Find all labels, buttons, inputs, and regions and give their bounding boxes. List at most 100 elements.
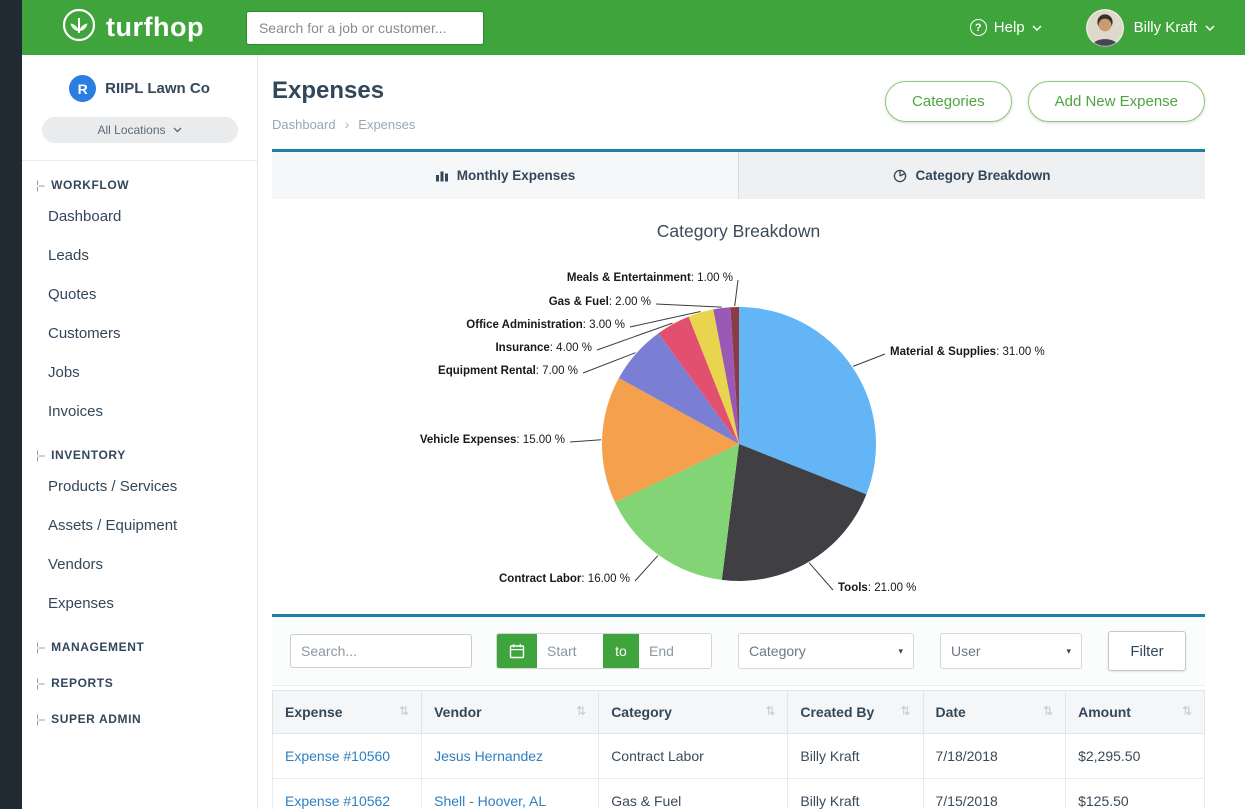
turfhop-logo[interactable]: turfhop <box>62 8 204 47</box>
column-header-amount[interactable]: Amount⇅ <box>1066 691 1205 734</box>
pie-label-line <box>570 440 601 442</box>
sidebar-item-invoices[interactable]: Invoices <box>22 392 257 431</box>
sidebar-section-reports[interactable]: ¦--REPORTS <box>22 659 257 695</box>
select-caret-icon: ▾ <box>898 646 903 657</box>
logo-text: turfhop <box>106 12 204 43</box>
column-header-vendor[interactable]: Vendor ⇅ <box>422 691 599 734</box>
table-row: Expense #10560 Jesus Hernandez Contract La… <box>273 734 1205 779</box>
date-end-input[interactable] <box>639 634 711 668</box>
filter-button[interactable]: Filter <box>1108 631 1186 671</box>
cell-vendor: Jesus Hernandez <box>422 734 599 779</box>
location-selector-label: All Locations <box>97 123 165 137</box>
sidebar-section-workflow[interactable]: ¦-- WORKFLOW <box>22 161 257 197</box>
pie-label-insurance: Insurance: 4.00 % <box>495 342 592 354</box>
tab-label: Monthly Expenses <box>457 168 576 183</box>
sidebar-item-jobs[interactable]: Jobs <box>22 353 257 392</box>
date-start-input[interactable] <box>537 634 603 668</box>
tree-branch-icon: ¦-- <box>36 448 44 462</box>
pie-label-tools: Tools: 21.00 % <box>838 582 916 594</box>
table-row: Expense #10562Shell - Hoover, ALGas & Fu… <box>273 779 1205 809</box>
pie-label-office-administration: Office Administration: 3.00 % <box>466 319 625 331</box>
global-search-input[interactable] <box>246 11 484 45</box>
column-header-date[interactable]: Date⇅ <box>923 691 1066 734</box>
help-menu[interactable]: ? Help <box>970 19 1042 36</box>
breadcrumb-dashboard[interactable]: Dashboard <box>272 117 336 132</box>
pie-label-contract-labor: Contract Labor: 16.00 % <box>499 573 630 585</box>
table-body: Expense #10560 Jesus Hernandez Contract La… <box>273 734 1205 809</box>
company-name: RIIPL Lawn Co <box>105 80 210 97</box>
tab-monthly-expenses[interactable]: Monthly Expenses <box>272 152 738 199</box>
calendar-button[interactable] <box>497 634 537 668</box>
sidebar-section-management[interactable]: ¦--MANAGEMENT <box>22 623 257 659</box>
column-header-created-by[interactable]: Created By⇅ <box>788 691 923 734</box>
cell-vendor: Shell - Hoover, AL <box>422 779 599 809</box>
expense-link[interactable]: Expense #10562 <box>285 793 390 809</box>
cell-amount: $125.50 <box>1066 779 1205 809</box>
chevron-down-icon <box>173 127 182 133</box>
vendor-link[interactable]: Jesus Hernandez <box>434 748 543 764</box>
table-search-input[interactable] <box>290 634 472 668</box>
categories-button[interactable]: Categories <box>885 81 1012 122</box>
pie-label-vehicle-expenses: Vehicle Expenses: 15.00 % <box>420 434 565 446</box>
topbar: turfhop ? Help Billy Kraft <box>22 0 1245 55</box>
company-row: R RIIPL Lawn Co <box>22 75 257 102</box>
sidebar-item-assets-equipment[interactable]: Assets / Equipment <box>22 506 257 545</box>
avatar[interactable] <box>1086 9 1124 47</box>
user-menu[interactable]: Billy Kraft <box>1134 19 1215 36</box>
tab-bar: Monthly Expenses Category Breakdown <box>272 149 1205 199</box>
sort-icon: ⇅ <box>576 704 586 718</box>
sidebar-section-label: WORKFLOW <box>51 178 129 192</box>
left-edge-strip <box>0 0 22 809</box>
tab-category-breakdown[interactable]: Category Breakdown <box>738 152 1205 199</box>
sidebar-item-products-services[interactable]: Products / Services <box>22 467 257 506</box>
sidebar-item-leads[interactable]: Leads <box>22 236 257 275</box>
pie-chart <box>272 199 1205 614</box>
column-header-label: Vendor <box>434 704 481 720</box>
sidebar-nav: ¦-- WORKFLOW DashboardLeadsQuotesCustomers… <box>22 161 257 731</box>
expenses-table: Expense⇅Vendor⇅Category⇅Created By⇅Date⇅… <box>272 690 1205 809</box>
add-new-expense-button[interactable]: Add New Expense <box>1028 81 1205 122</box>
category-filter-select[interactable]: Category ▾ <box>738 633 914 669</box>
vendor-link[interactable]: Shell - Hoover, AL <box>434 793 546 809</box>
expense-link[interactable]: Expense #10560 <box>285 748 390 764</box>
tab-label: Category Breakdown <box>915 168 1050 183</box>
date-range-picker: to <box>496 633 712 669</box>
page-header: Expenses Dashboard › Expenses Categories… <box>258 55 1245 132</box>
sidebar-item-expenses[interactable]: Expenses <box>22 584 257 623</box>
page-title: Expenses <box>272 77 415 105</box>
chevron-down-icon <box>1032 25 1042 31</box>
column-header-category[interactable]: Category⇅ <box>599 691 788 734</box>
column-header-expense[interactable]: Expense⇅ <box>273 691 422 734</box>
tree-branch-icon: ¦-- <box>36 178 44 192</box>
select-caret-icon: ▾ <box>1066 646 1071 657</box>
tree-branch-icon: ¦-- <box>36 712 44 726</box>
cell-date: 7/18/2018 <box>923 734 1066 779</box>
sidebar-item-customers[interactable]: Customers <box>22 314 257 353</box>
cell-created-by: Billy Kraft <box>788 779 923 809</box>
breadcrumb-current: Expenses <box>358 117 415 132</box>
pie-label-line <box>656 304 722 307</box>
cell-amount: $2,295.50 <box>1066 734 1205 779</box>
pie-label-line <box>735 280 738 306</box>
cell-category: Contract Labor <box>599 734 788 779</box>
sidebar-item-quotes[interactable]: Quotes <box>22 275 257 314</box>
cell-expense: Expense #10562 <box>273 779 422 809</box>
sidebar-section-inventory[interactable]: ¦--INVENTORY <box>22 431 257 467</box>
user-name: Billy Kraft <box>1134 19 1197 36</box>
sidebar-section-super-admin[interactable]: ¦--SUPER ADMIN <box>22 695 257 731</box>
pie-label-meals-entertainment: Meals & Entertainment: 1.00 % <box>567 272 733 284</box>
chart-panel: Category Breakdown Material & Supplies: … <box>272 199 1205 614</box>
sort-icon: ⇅ <box>765 704 775 718</box>
help-icon: ? <box>970 19 987 36</box>
location-selector[interactable]: All Locations <box>42 117 238 143</box>
pie-label-line <box>809 563 833 590</box>
user-filter-select[interactable]: User ▾ <box>940 633 1082 669</box>
pie-label-equipment-rental: Equipment Rental: 7.00 % <box>438 365 578 377</box>
sidebar-item-dashboard[interactable]: Dashboard <box>22 197 257 236</box>
column-header-label: Expense <box>285 704 343 720</box>
cell-created-by: Billy Kraft <box>788 734 923 779</box>
sidebar-item-vendors[interactable]: Vendors <box>22 545 257 584</box>
sort-icon: ⇅ <box>900 704 910 718</box>
chevron-down-icon <box>1205 25 1215 31</box>
filter-bar: to Category ▾ User ▾ Filter <box>272 614 1205 686</box>
